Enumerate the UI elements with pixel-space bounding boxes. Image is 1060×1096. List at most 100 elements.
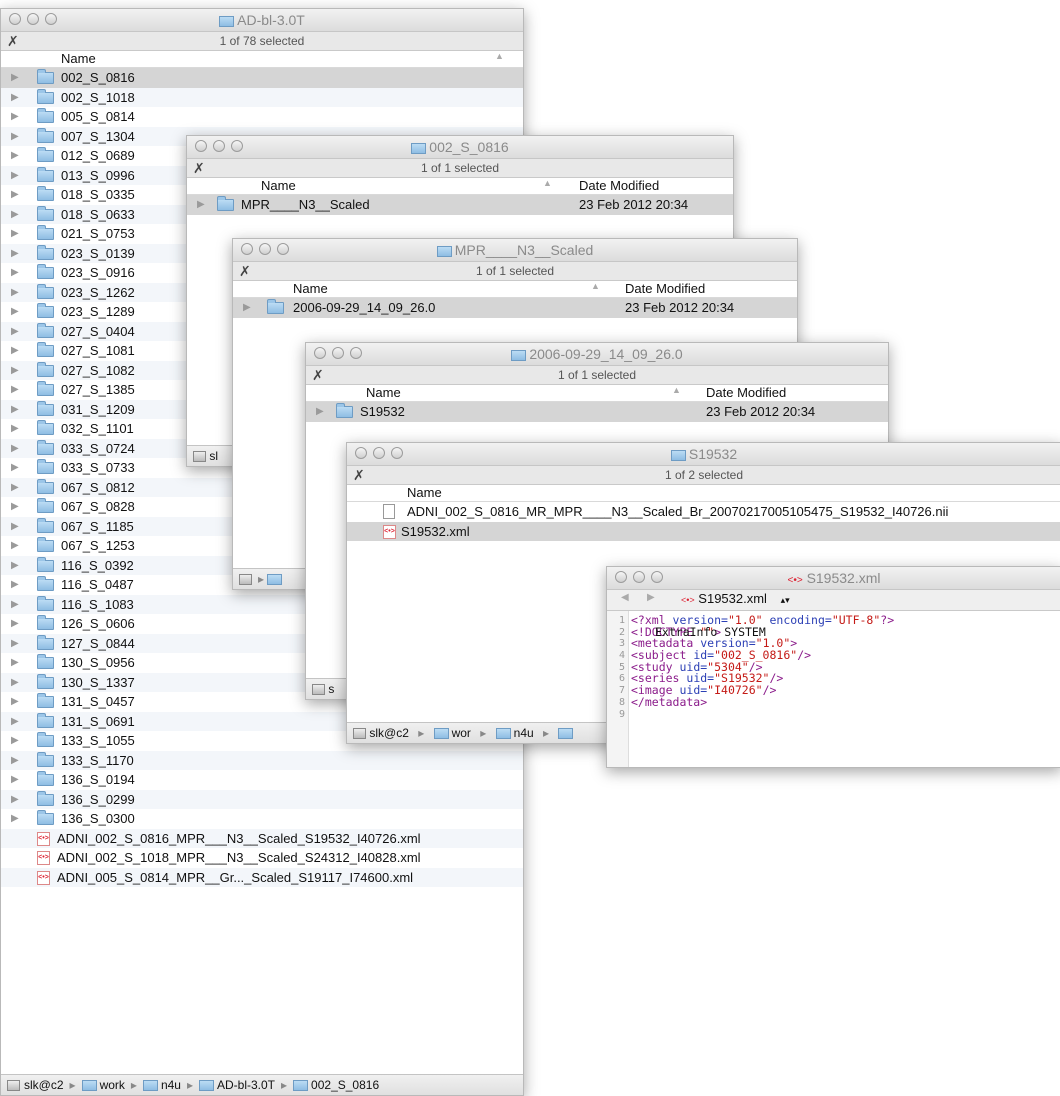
disclosure-triangle-icon[interactable]: ▶ [11,536,19,556]
column-header[interactable]: Name ▲ Date Modified [306,385,888,402]
disclosure-triangle-icon[interactable]: ▶ [11,673,19,693]
path-segment[interactable]: slk@c2 [24,1078,64,1092]
name-column-header[interactable]: Name [366,385,401,400]
name-column-header[interactable]: Name [261,178,296,193]
titlebar[interactable]: S19532 [347,443,1060,466]
disclosure-triangle-icon[interactable]: ▶ [11,127,19,147]
disclosure-triangle-icon[interactable]: ▶ [11,361,19,381]
disclosure-triangle-icon[interactable]: ▶ [11,575,19,595]
list-item[interactable]: <•> ADNI_005_S_0814_MPR__Gr..._Scaled_S19… [1,867,523,887]
list-item[interactable]: ▶ MPR____N3__Scaled 23 Feb 2012 20:34 [187,195,733,215]
disclosure-triangle-icon[interactable]: ▶ [197,195,205,215]
disclosure-triangle-icon[interactable]: ▶ [11,224,19,244]
titlebar[interactable]: 2006-09-29_14_09_26.0 [306,343,888,366]
disclosure-triangle-icon[interactable]: ▶ [11,692,19,712]
list-item[interactable]: ▶ 136_S_0299 [1,789,523,810]
disclosure-triangle-icon[interactable]: ▶ [11,478,19,498]
disclosure-triangle-icon[interactable]: ▶ [11,731,19,751]
list-item[interactable]: ▶ 136_S_0194 [1,770,523,790]
disclosure-triangle-icon[interactable]: ▶ [11,322,19,342]
list-item[interactable]: ▶ 005_S_0814 [1,107,523,127]
path-segment[interactable]: AD-bl-3.0T [217,1078,275,1092]
column-header[interactable]: Name ▲ Date Modified [233,281,797,298]
list-item[interactable]: <•> S19532.xml [347,521,1060,541]
disclosure-triangle-icon[interactable]: ▶ [11,497,19,517]
disclosure-triangle-icon[interactable]: ▶ [11,68,19,88]
action-icon[interactable]: ✗ [239,262,251,280]
disclosure-triangle-icon[interactable]: ▶ [11,556,19,576]
folder-icon [37,459,54,474]
path-segment[interactable]: 002_S_0816 [311,1078,379,1092]
disclosure-triangle-icon[interactable]: ▶ [11,341,19,361]
path-segment[interactable]: wor [452,726,471,740]
disclosure-triangle-icon[interactable]: ▶ [11,166,19,186]
selection-status: 1 of 78 selected [219,34,305,48]
item-name: 067_S_1253 [61,538,135,553]
titlebar[interactable]: AD-bl-3.0T [1,9,523,32]
column-header[interactable]: Name ▲ [1,51,523,68]
disclosure-triangle-icon[interactable]: ▶ [11,751,19,771]
xml-editor-window[interactable]: <•> S19532.xml ◀ ▶ <•> S19532.xml ▴▾ 1 <?… [606,566,1060,768]
titlebar[interactable]: <•> S19532.xml [607,567,1060,590]
disclosure-triangle-icon[interactable]: ▶ [11,146,19,166]
date-column-header[interactable]: Date Modified [706,385,786,400]
disclosure-triangle-icon[interactable]: ▶ [11,790,19,810]
disclosure-triangle-icon[interactable]: ▶ [11,400,19,420]
disclosure-triangle-icon[interactable]: ▶ [11,458,19,478]
disclosure-triangle-icon[interactable]: ▶ [11,185,19,205]
path-segment[interactable]: work [100,1078,125,1092]
list-item[interactable]: ▶ S19532 23 Feb 2012 20:34 [306,402,888,422]
path-segment[interactable]: n4u [161,1078,181,1092]
path-segment[interactable]: s [328,682,334,696]
disclosure-triangle-icon[interactable]: ▶ [11,88,19,108]
disclosure-triangle-icon[interactable]: ▶ [11,614,19,634]
file-popup[interactable]: <•> S19532.xml ▴▾ [681,591,790,606]
disclosure-triangle-icon[interactable]: ▶ [11,439,19,459]
disclosure-triangle-icon[interactable]: ▶ [11,809,19,829]
disclosure-triangle-icon[interactable]: ▶ [243,298,251,318]
name-column-header[interactable]: Name [61,51,96,66]
disclosure-triangle-icon[interactable]: ▶ [11,517,19,537]
back-arrow-icon[interactable]: ◀ [621,592,629,603]
forward-arrow-icon[interactable]: ▶ [647,592,655,603]
date-column-header[interactable]: Date Modified [579,178,659,193]
disclosure-triangle-icon[interactable]: ▶ [11,107,19,127]
disclosure-triangle-icon[interactable]: ▶ [11,770,19,790]
list-item[interactable]: <•> ADNI_002_S_1018_MPR___N3__Scaled_S243… [1,848,523,868]
titlebar[interactable]: MPR____N3__Scaled [233,239,797,262]
code-editor[interactable]: 1 <?xml version="1.0" encoding="UTF-8"?> 2… [607,611,1060,767]
list-item[interactable]: ▶ 133_S_1170 [1,750,523,771]
path-segment[interactable]: sl [209,449,218,463]
column-header[interactable]: Name [347,485,1060,502]
list-item[interactable]: ▶ 136_S_0300 [1,809,523,829]
list-item[interactable]: ADNI_002_S_0816_MR_MPR____N3__Scaled_Br_… [347,502,1060,522]
disclosure-triangle-icon[interactable]: ▶ [11,205,19,225]
list-item[interactable]: ▶ 002_S_0816 [1,68,523,88]
titlebar[interactable]: 002_S_0816 [187,136,733,159]
disclosure-triangle-icon[interactable]: ▶ [11,595,19,615]
date-column-header[interactable]: Date Modified [625,281,705,296]
disclosure-triangle-icon[interactable]: ▶ [316,402,324,422]
action-icon[interactable]: ✗ [312,366,324,384]
item-name: S19532.xml [401,523,470,539]
disclosure-triangle-icon[interactable]: ▶ [11,653,19,673]
action-icon[interactable]: ✗ [193,159,205,177]
column-header[interactable]: Name ▲ Date Modified [187,178,733,195]
action-icon[interactable]: ✗ [7,32,19,50]
path-segment[interactable]: slk@c2 [369,726,409,740]
list-item[interactable]: ▶ 002_S_1018 [1,87,523,108]
name-column-header[interactable]: Name [293,281,328,296]
disclosure-triangle-icon[interactable]: ▶ [11,244,19,264]
disclosure-triangle-icon[interactable]: ▶ [11,380,19,400]
disclosure-triangle-icon[interactable]: ▶ [11,263,19,283]
disclosure-triangle-icon[interactable]: ▶ [11,302,19,322]
action-icon[interactable]: ✗ [353,466,365,484]
disclosure-triangle-icon[interactable]: ▶ [11,283,19,303]
path-segment[interactable]: n4u [514,726,534,740]
list-item[interactable]: ▶ 2006-09-29_14_09_26.0 23 Feb 2012 20:3… [233,298,797,318]
disclosure-triangle-icon[interactable]: ▶ [11,712,19,732]
list-item[interactable]: <•> ADNI_002_S_0816_MPR___N3__Scaled_S195… [1,828,523,848]
disclosure-triangle-icon[interactable]: ▶ [11,419,19,439]
disclosure-triangle-icon[interactable]: ▶ [11,634,19,654]
name-column-header[interactable]: Name [407,485,442,500]
